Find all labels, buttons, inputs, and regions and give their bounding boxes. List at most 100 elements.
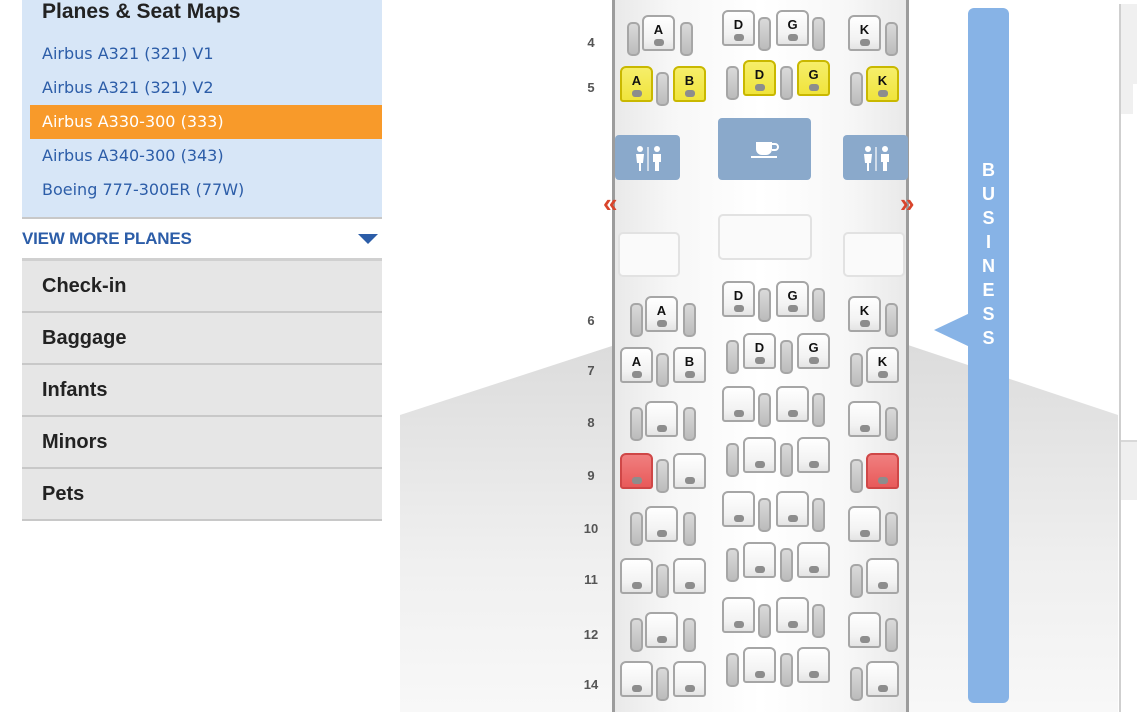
- row-number: 14: [583, 677, 599, 692]
- seat[interactable]: [743, 437, 776, 473]
- row-number: 9: [587, 468, 595, 483]
- seat-letter: A: [631, 354, 642, 369]
- seat-6G[interactable]: G: [776, 281, 809, 317]
- seat[interactable]: [673, 661, 706, 697]
- cabin-label-letter: S: [982, 328, 995, 348]
- seat-6D[interactable]: D: [722, 281, 755, 317]
- plane-link[interactable]: Boeing 777-300ER (77W): [22, 173, 382, 207]
- seat[interactable]: [645, 612, 678, 648]
- menu-item-baggage[interactable]: Baggage: [22, 313, 382, 365]
- tv-icon: [733, 410, 744, 417]
- seat-4D[interactable]: D: [722, 10, 755, 46]
- seat-7A[interactable]: A: [620, 347, 653, 383]
- seat-9A-restricted[interactable]: [620, 453, 653, 489]
- armrest: [758, 393, 771, 427]
- seat[interactable]: [797, 437, 830, 473]
- seat-9K-restricted[interactable]: [866, 453, 899, 489]
- seat[interactable]: [743, 542, 776, 578]
- armrest: [812, 17, 825, 51]
- seat-6K[interactable]: K: [848, 296, 881, 332]
- plane-link-active[interactable]: Airbus A330-300 (333): [30, 105, 382, 139]
- closet: [618, 232, 680, 277]
- armrest: [656, 353, 669, 387]
- seat[interactable]: [673, 558, 706, 594]
- armrest: [726, 340, 739, 374]
- seat[interactable]: [722, 386, 755, 422]
- seat[interactable]: [866, 558, 899, 594]
- seat[interactable]: [645, 401, 678, 437]
- armrest: [758, 604, 771, 638]
- seat-4G[interactable]: G: [776, 10, 809, 46]
- cabin-pointer: [934, 313, 970, 347]
- row-number: 10: [583, 521, 599, 536]
- menu-item-minors[interactable]: Minors: [22, 417, 382, 469]
- seat[interactable]: [743, 647, 776, 683]
- tv-icon: [656, 425, 667, 432]
- seat[interactable]: [722, 491, 755, 527]
- view-more-label: VIEW MORE PLANES: [22, 228, 192, 248]
- tv-icon: [859, 530, 870, 537]
- plane-link[interactable]: Airbus A321 (321) V2: [22, 71, 382, 105]
- armrest: [885, 512, 898, 546]
- armrest: [812, 498, 825, 532]
- galley-icon: [718, 118, 811, 180]
- seat[interactable]: [645, 506, 678, 542]
- panel-section: [1121, 440, 1137, 500]
- plane-link[interactable]: Airbus A321 (321) V1: [22, 37, 382, 71]
- seat-4A[interactable]: A: [642, 15, 675, 51]
- seat-7B[interactable]: B: [673, 347, 706, 383]
- seat-5D[interactable]: D: [743, 60, 776, 96]
- seat[interactable]: [797, 542, 830, 578]
- sidebar: Planes & Seat Maps Airbus A321 (321) V1 …: [22, 0, 382, 521]
- menu-item-check-in[interactable]: Check-in: [22, 261, 382, 313]
- seat[interactable]: [776, 386, 809, 422]
- tv-icon: [684, 90, 695, 97]
- armrest: [726, 66, 739, 100]
- seat-5B[interactable]: B: [673, 66, 706, 102]
- seat[interactable]: [673, 453, 706, 489]
- seat[interactable]: [722, 597, 755, 633]
- seat[interactable]: [797, 647, 830, 683]
- seat[interactable]: [776, 491, 809, 527]
- tv-icon: [754, 357, 765, 364]
- seat[interactable]: [620, 558, 653, 594]
- tv-icon: [859, 636, 870, 643]
- seat[interactable]: [848, 612, 881, 648]
- armrest: [656, 564, 669, 598]
- plane-link[interactable]: Airbus A340-300 (343): [22, 139, 382, 173]
- armrest: [656, 667, 669, 701]
- seat-7D[interactable]: D: [743, 333, 776, 369]
- view-more-planes-button[interactable]: VIEW MORE PLANES: [22, 219, 382, 261]
- row-number: 5: [587, 80, 595, 95]
- armrest: [780, 66, 793, 100]
- seat-4K[interactable]: K: [848, 15, 881, 51]
- armrest: [885, 618, 898, 652]
- seat-5K[interactable]: K: [866, 66, 899, 102]
- seat-5A[interactable]: A: [620, 66, 653, 102]
- seat[interactable]: [776, 597, 809, 633]
- tv-icon: [754, 84, 765, 91]
- seat-6A[interactable]: A: [645, 296, 678, 332]
- seat-7K[interactable]: K: [866, 347, 899, 383]
- tv-icon: [859, 425, 870, 432]
- seat[interactable]: [620, 661, 653, 697]
- row-number: 7: [587, 363, 595, 378]
- seat[interactable]: [866, 661, 899, 697]
- seat-letter: D: [754, 67, 765, 82]
- armrest: [780, 548, 793, 582]
- armrest: [850, 72, 863, 106]
- armrest: [630, 618, 643, 652]
- seat-5G[interactable]: G: [797, 60, 830, 96]
- seat[interactable]: [848, 401, 881, 437]
- seat[interactable]: [848, 506, 881, 542]
- row-number: 12: [583, 627, 599, 642]
- menu-item-infants[interactable]: Infants: [22, 365, 382, 417]
- tv-icon: [684, 685, 695, 692]
- seat-letter: G: [808, 67, 819, 82]
- menu-item-pets[interactable]: Pets: [22, 469, 382, 521]
- tv-icon: [859, 39, 870, 46]
- seat-7G[interactable]: G: [797, 333, 830, 369]
- tv-icon: [733, 515, 744, 522]
- planes-title: Planes & Seat Maps: [42, 0, 241, 23]
- cabin-label-letter: E: [982, 280, 995, 300]
